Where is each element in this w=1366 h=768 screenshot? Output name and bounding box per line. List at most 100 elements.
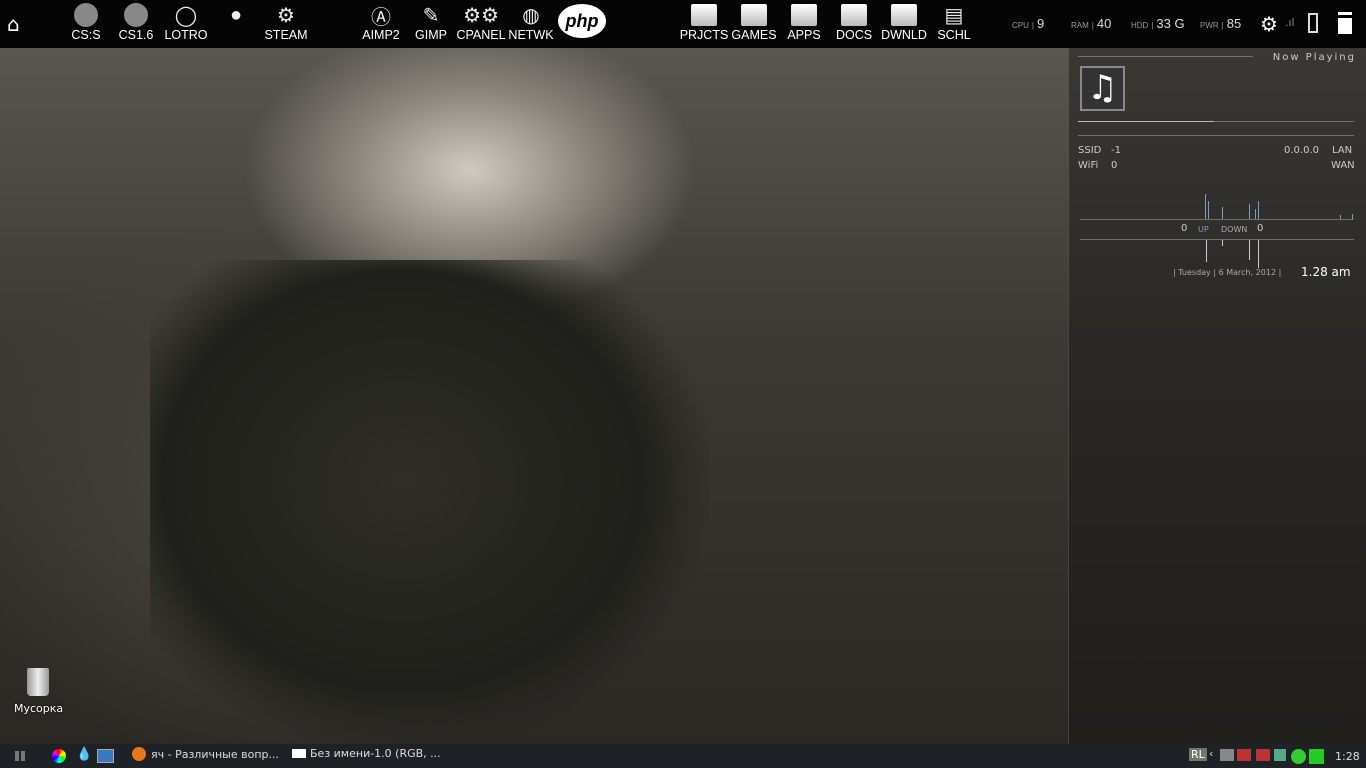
launcher-label: CS:S	[71, 28, 101, 42]
status-tray-icon[interactable]	[1309, 749, 1324, 764]
taskbar-task-firefox[interactable]: яч - Различные вопр...	[132, 747, 279, 761]
gimp-icon: ✎	[422, 4, 440, 27]
launcher-cs16[interactable]: CS1.6	[111, 2, 161, 42]
folder-icon	[791, 2, 817, 28]
up-label: UP	[1198, 225, 1209, 234]
launcher-apps[interactable]: APPS	[779, 2, 829, 42]
launcher-cpanel[interactable]: ⚙⚙ CPANEL	[456, 2, 506, 43]
wan-label: WAN	[1331, 160, 1355, 171]
counter-strike-icon	[73, 2, 99, 28]
water-drop-icon[interactable]: 💧	[76, 747, 92, 762]
launcher-gimp[interactable]: ✎ GIMP	[406, 2, 456, 43]
network-tray-icon[interactable]	[1220, 749, 1234, 761]
home-icon[interactable]: ⌂	[7, 12, 20, 36]
trash-top-icon[interactable]	[1338, 12, 1352, 34]
wifi-label: WiFi	[1078, 160, 1099, 171]
traffic-bar	[1205, 194, 1206, 219]
character-head-icon: ●	[229, 3, 243, 26]
launcher-games[interactable]: GAMES	[729, 2, 779, 42]
lan-label: LAN	[1332, 145, 1353, 156]
traffic-bar	[1208, 201, 1209, 219]
folder-icon	[891, 2, 917, 28]
launcher-aimp2[interactable]: Ⓐ AIMP2	[356, 2, 406, 43]
traffic-bar	[1258, 201, 1259, 219]
show-desktop-icon[interactable]	[97, 749, 114, 763]
tray-expand-icon[interactable]: ‹	[1209, 747, 1213, 760]
down-label: DOWN	[1221, 225, 1248, 234]
dictionary-icon: ▤	[944, 4, 964, 27]
launcher-label: DWNLD	[881, 28, 927, 42]
wallpaper-subject	[150, 260, 710, 750]
traffic-bar	[1258, 240, 1259, 268]
counter-strike-icon	[123, 2, 149, 28]
cpu-stat: CPU | 9	[1012, 16, 1045, 31]
launcher-steam[interactable]: ⚙ STEAM	[261, 2, 311, 43]
traffic-bar	[1222, 207, 1223, 219]
ssid-value: -1	[1111, 145, 1121, 156]
update-tray-icon[interactable]	[1274, 749, 1286, 761]
launcher-label: CPANEL	[456, 28, 506, 42]
music-note-icon[interactable]: ♫	[1080, 66, 1125, 111]
launcher-label: CS1.6	[118, 28, 154, 42]
wifi-tray-icon[interactable]	[1291, 749, 1306, 764]
launcher-label: STEAM	[264, 28, 308, 42]
launcher-label: NETWK	[508, 28, 554, 42]
pwr-stat: PWR | 85	[1200, 16, 1242, 31]
launcher-label: DOCS	[835, 28, 873, 42]
taskbar: 💧 яч - Различные вопр... Без имени-1.0 (…	[0, 744, 1366, 768]
launcher-prjcts[interactable]: PRJCTS	[679, 2, 729, 42]
traffic-bar	[1206, 240, 1207, 262]
aimp-icon: Ⓐ	[371, 6, 391, 29]
recycle-bin-desktop-icon[interactable]: Мусорка	[14, 668, 64, 715]
up-value: 0	[1181, 223, 1188, 234]
traffic-bar	[1249, 204, 1250, 219]
taskbar-task-gimp[interactable]: Без имени-1.0 (RGB, ...	[292, 747, 441, 760]
task-label: яч - Различные вопр...	[151, 747, 279, 761]
launcher-label: PRJCTS	[679, 28, 729, 42]
down-value: 0	[1257, 223, 1264, 234]
now-playing-title: Now Playing	[1272, 52, 1356, 63]
playback-progress[interactable]	[1078, 121, 1214, 122]
launcher-lotro[interactable]: ◯ LOTRO	[161, 2, 211, 43]
launcher-label: LOTRO	[164, 28, 208, 42]
start-menu-icon[interactable]	[15, 751, 25, 761]
color-picker-icon[interactable]	[52, 749, 66, 763]
wifi-value: 0	[1111, 160, 1118, 171]
launcher-php[interactable]: php	[557, 2, 607, 38]
traffic-bar	[1255, 209, 1256, 219]
language-indicator[interactable]: RL	[1189, 748, 1207, 761]
folder-icon	[691, 2, 717, 28]
gears-icon: ⚙⚙	[463, 4, 499, 27]
task-label: Без имени-1.0 (RGB, ...	[310, 747, 441, 760]
launcher-dwnld[interactable]: DWNLD	[879, 2, 929, 42]
traffic-bar	[1340, 215, 1341, 219]
taskbar-clock[interactable]: 1:28	[1335, 750, 1360, 763]
ssid-label: SSID	[1078, 145, 1102, 156]
traffic-bar	[1352, 214, 1353, 219]
battery-icon	[1308, 13, 1318, 33]
launcher-netwk[interactable]: ◍ NETWK	[506, 2, 556, 43]
traffic-bar	[1249, 240, 1250, 260]
launcher-label: GIMP	[415, 28, 447, 42]
folder-icon	[741, 2, 767, 28]
launcher-label: SCHL	[937, 28, 971, 42]
date-text: | Tuesday | 6 March, 2012 |	[1173, 268, 1282, 277]
traffic-bar	[1222, 240, 1223, 246]
launcher-label: APPS	[787, 28, 821, 42]
lan-ip: 0.0.0.0	[1284, 145, 1319, 156]
gear-icon[interactable]: ⚙	[1260, 12, 1278, 36]
signal-icon: .ıl	[1285, 16, 1295, 29]
launcher-schl[interactable]: ▤ SCHL	[929, 2, 979, 43]
launcher-css[interactable]: CS:S	[61, 2, 111, 42]
php-icon: php	[558, 4, 606, 38]
recycle-bin-label: Мусорка	[14, 702, 64, 715]
launcher-docs[interactable]: DOCS	[829, 2, 879, 42]
network-tray-icon[interactable]	[1237, 749, 1251, 761]
steam-icon: ⚙	[277, 4, 295, 27]
ram-stat: RAM | 40	[1071, 16, 1112, 31]
gimp-window-icon	[292, 749, 306, 758]
globe-icon: ◍	[522, 4, 540, 27]
network-tray-icon[interactable]	[1256, 749, 1270, 761]
launcher-character[interactable]: ●	[211, 2, 261, 28]
hdd-stat: HDD | 33 G	[1131, 16, 1185, 31]
